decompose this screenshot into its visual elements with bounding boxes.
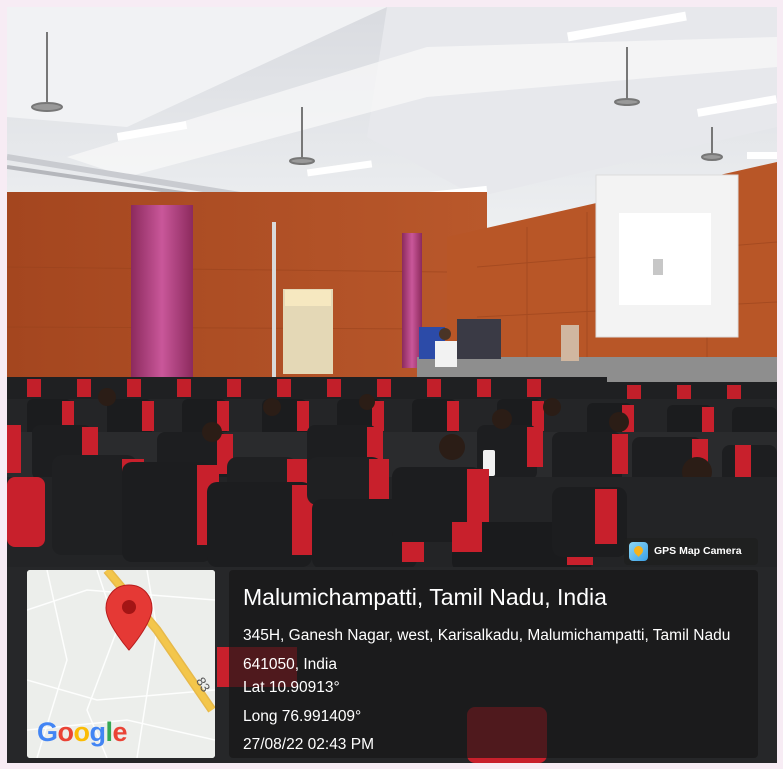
datetime-text: 27/08/22 02:43 PM bbox=[243, 736, 374, 753]
gps-map-camera-icon bbox=[629, 542, 648, 561]
map-thumbnail: 83 Google bbox=[27, 570, 215, 758]
longitude-text: Long 76.991409° bbox=[243, 708, 362, 725]
location-title: Malumichampatti, Tamil Nadu, India bbox=[243, 584, 607, 610]
badge-label: GPS Map Camera bbox=[654, 545, 742, 557]
location-info-panel: Malumichampatti, Tamil Nadu, India 345H,… bbox=[229, 570, 758, 758]
google-logo: Google bbox=[37, 717, 128, 747]
gps-map-camera-badge: GPS Map Camera bbox=[624, 538, 758, 565]
latitude-text: Lat 10.90913° bbox=[243, 679, 340, 696]
location-address: 345H, Ganesh Nagar, west, Karisalkadu, M… bbox=[243, 627, 731, 673]
photo-frame: 83 Google Malumichampatti, Tamil Nadu, I… bbox=[7, 7, 777, 763]
